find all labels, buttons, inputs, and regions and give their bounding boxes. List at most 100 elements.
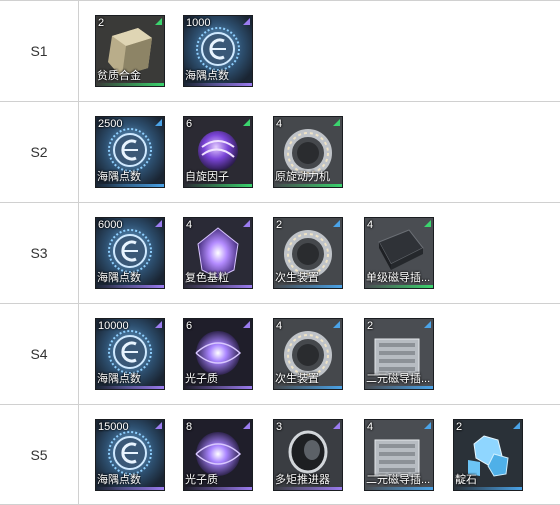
rarity-bar bbox=[96, 487, 164, 490]
rarity-bar bbox=[96, 184, 164, 187]
item-name: 海隅点数 bbox=[97, 373, 141, 385]
reward-item[interactable]: 4 二元磁导插... bbox=[364, 419, 434, 491]
stage-label: S2 bbox=[0, 102, 79, 202]
reward-item[interactable]: 4 次生装置 bbox=[273, 318, 343, 390]
rarity-bar bbox=[96, 285, 164, 288]
reward-item[interactable]: 3 多矩推进器 bbox=[273, 419, 343, 491]
reward-item[interactable]: 2 靛石 bbox=[453, 419, 523, 491]
reward-item[interactable]: 4 原旋动力机 bbox=[273, 116, 343, 188]
item-name: 二元磁导插... bbox=[366, 474, 431, 486]
rarity-corner bbox=[243, 422, 250, 429]
item-name: 次生装置 bbox=[275, 373, 319, 385]
item-name: 海隅点数 bbox=[97, 171, 141, 183]
rarity-bar bbox=[274, 285, 342, 288]
item-name: 海隅点数 bbox=[97, 474, 141, 486]
rarity-corner bbox=[424, 220, 431, 227]
reward-item[interactable]: 15000 海隅点数 bbox=[95, 419, 165, 491]
reward-item[interactable]: 6 自旋因子 bbox=[183, 116, 253, 188]
rarity-bar bbox=[274, 184, 342, 187]
rarity-corner bbox=[424, 422, 431, 429]
rarity-bar bbox=[365, 285, 433, 288]
item-name: 多矩推进器 bbox=[275, 474, 330, 486]
item-quantity: 4 bbox=[276, 320, 283, 332]
item-quantity: 4 bbox=[367, 219, 374, 231]
item-name: 原旋动力机 bbox=[275, 171, 330, 183]
reward-item[interactable]: 10000 海隅点数 bbox=[95, 318, 165, 390]
rarity-corner bbox=[333, 119, 340, 126]
rarity-corner bbox=[155, 321, 162, 328]
reward-items: 10000 海隅点数 6 光子质 4 次生装置 2 二元磁导插... bbox=[79, 304, 560, 404]
item-quantity: 4 bbox=[367, 421, 374, 433]
item-quantity: 2500 bbox=[98, 118, 123, 130]
reward-item[interactable]: 2 次生装置 bbox=[273, 217, 343, 289]
rarity-bar bbox=[454, 487, 522, 490]
reward-row: S4 10000 海隅点数 6 光子质 4 次生装置 2 二元磁导插... bbox=[0, 303, 560, 404]
rarity-bar bbox=[365, 386, 433, 389]
rarity-corner bbox=[333, 321, 340, 328]
rarity-corner bbox=[243, 220, 250, 227]
item-name: 复色基粒 bbox=[185, 272, 229, 284]
item-quantity: 8 bbox=[186, 421, 193, 433]
reward-items: 6000 海隅点数 4 复色基粒 2 次生装置 4 单级磁导插... bbox=[79, 203, 560, 303]
reward-item[interactable]: 6 光子质 bbox=[183, 318, 253, 390]
item-name: 自旋因子 bbox=[185, 171, 229, 183]
reward-row: S2 2500 海隅点数 6 自旋因子 4 原旋动力机 bbox=[0, 101, 560, 202]
rarity-corner bbox=[155, 119, 162, 126]
item-quantity: 1000 bbox=[186, 17, 211, 29]
item-quantity: 6 bbox=[186, 320, 193, 332]
rarity-corner bbox=[243, 119, 250, 126]
item-quantity: 2 bbox=[98, 17, 105, 29]
item-quantity: 4 bbox=[186, 219, 193, 231]
item-name: 二元磁导插... bbox=[366, 373, 431, 385]
item-quantity: 2 bbox=[276, 219, 283, 231]
item-quantity: 2 bbox=[456, 421, 463, 433]
reward-items: 15000 海隅点数 8 光子质 3 多矩推进器 4 二元磁导插... 2 靛石 bbox=[79, 405, 560, 504]
rarity-bar bbox=[365, 487, 433, 490]
reward-item[interactable]: 4 单级磁导插... bbox=[364, 217, 434, 289]
reward-item[interactable]: 2 二元磁导插... bbox=[364, 318, 434, 390]
stage-label: S5 bbox=[0, 405, 79, 504]
item-quantity: 3 bbox=[276, 421, 283, 433]
rarity-bar bbox=[184, 285, 252, 288]
reward-item[interactable]: 2 贫质合金 bbox=[95, 15, 165, 87]
rarity-corner bbox=[424, 321, 431, 328]
item-quantity: 4 bbox=[276, 118, 283, 130]
rewards-table: S1 2 贫质合金 1000 海隅点数 S2 2500 海隅点数 6 自旋因子 4 原旋动力… bbox=[0, 0, 560, 505]
rarity-corner bbox=[513, 422, 520, 429]
reward-item[interactable]: 2500 海隅点数 bbox=[95, 116, 165, 188]
item-name: 海隅点数 bbox=[97, 272, 141, 284]
stage-label: S4 bbox=[0, 304, 79, 404]
reward-row: S5 15000 海隅点数 8 光子质 3 多矩推进器 4 二元磁导插... 2 靛石 bbox=[0, 404, 560, 505]
reward-item[interactable]: 1000 海隅点数 bbox=[183, 15, 253, 87]
rarity-bar bbox=[184, 83, 252, 86]
item-name: 光子质 bbox=[185, 373, 218, 385]
rarity-bar bbox=[96, 83, 164, 86]
item-name: 光子质 bbox=[185, 474, 218, 486]
reward-row: S3 6000 海隅点数 4 复色基粒 2 次生装置 4 单级磁导插... bbox=[0, 202, 560, 303]
reward-items: 2 贫质合金 1000 海隅点数 bbox=[79, 1, 560, 101]
item-name: 贫质合金 bbox=[97, 70, 141, 82]
rarity-corner bbox=[155, 18, 162, 25]
rarity-corner bbox=[155, 422, 162, 429]
reward-item[interactable]: 8 光子质 bbox=[183, 419, 253, 491]
rarity-corner bbox=[243, 18, 250, 25]
reward-item[interactable]: 6000 海隅点数 bbox=[95, 217, 165, 289]
rarity-bar bbox=[274, 487, 342, 490]
rarity-bar bbox=[184, 184, 252, 187]
rarity-corner bbox=[333, 220, 340, 227]
item-name: 靛石 bbox=[455, 474, 477, 486]
reward-items: 2500 海隅点数 6 自旋因子 4 原旋动力机 bbox=[79, 102, 560, 202]
reward-item[interactable]: 4 复色基粒 bbox=[183, 217, 253, 289]
reward-row: S1 2 贫质合金 1000 海隅点数 bbox=[0, 0, 560, 101]
rarity-bar bbox=[274, 386, 342, 389]
item-name: 次生装置 bbox=[275, 272, 319, 284]
item-name: 单级磁导插... bbox=[366, 272, 431, 284]
item-quantity: 15000 bbox=[98, 421, 129, 433]
rarity-corner bbox=[243, 321, 250, 328]
rarity-bar bbox=[96, 386, 164, 389]
item-quantity: 2 bbox=[367, 320, 374, 332]
rarity-bar bbox=[184, 487, 252, 490]
rarity-corner bbox=[155, 220, 162, 227]
item-quantity: 6000 bbox=[98, 219, 123, 231]
stage-label: S3 bbox=[0, 203, 79, 303]
